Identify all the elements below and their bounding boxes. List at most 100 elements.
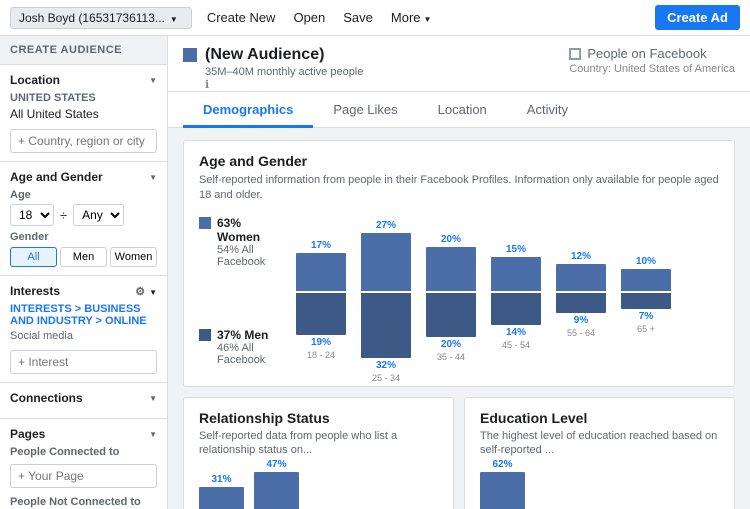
women-bars-row: 17%27%20%15%12%10% xyxy=(291,216,719,291)
age-to-select[interactable]: Any xyxy=(73,204,124,226)
women-bar-col-0: 17% xyxy=(291,216,351,291)
edu-bar-1: 62% xyxy=(480,459,525,509)
people-on-fb-country: Country: United States of America xyxy=(569,63,735,75)
men-bar-col-4: 9% 55 - 64 xyxy=(551,293,611,338)
age-range-label-2: 35 - 44 xyxy=(437,352,465,362)
women-pct-label-5: 10% xyxy=(636,256,656,267)
men-pct-label-1: 32% xyxy=(376,360,396,371)
rel-pct-1: 31% xyxy=(211,474,231,485)
interests-section-header[interactable]: Interests xyxy=(10,284,157,298)
women-sub: 54% All Facebook xyxy=(217,244,279,268)
age-gender-chart-section: Age and Gender Self-reported information… xyxy=(183,140,735,387)
age-from-select[interactable]: 18 xyxy=(10,204,54,226)
education-bars: 62% xyxy=(480,467,719,509)
men-bar-4 xyxy=(556,293,606,313)
rel-bar-1: 31% xyxy=(199,474,244,509)
men-dot-icon xyxy=(199,329,211,341)
age-range-label-0: 18 - 24 xyxy=(307,350,335,360)
age-range-label-3: 45 - 54 xyxy=(502,340,530,350)
men-bar-col-5: 7%65 + xyxy=(616,293,676,334)
women-dot-icon xyxy=(199,217,211,229)
women-bar-col-5: 10% xyxy=(616,216,676,291)
women-bar-0 xyxy=(296,253,346,291)
people-on-fb-dot xyxy=(569,48,581,60)
women-bar-col-3: 15% xyxy=(486,216,546,291)
education-title: Education Level xyxy=(480,410,719,426)
audience-title-block: (New Audience) 35M–40M monthly active pe… xyxy=(183,46,363,91)
location-input[interactable] xyxy=(10,129,157,153)
women-bar-3 xyxy=(491,257,541,291)
tab-demographics[interactable]: Demographics xyxy=(183,92,313,128)
more-button[interactable]: More xyxy=(391,10,432,25)
account-selector[interactable]: Josh Boyd (16531736113... xyxy=(10,7,192,29)
gender-men-button[interactable]: Men xyxy=(60,247,107,267)
age-gender-title: Age and Gender xyxy=(199,153,719,169)
chart-legend: 63% Women 54% All Facebook 37% Men 46% A… xyxy=(199,216,279,374)
save-button[interactable]: Save xyxy=(343,10,373,25)
age-gender-subtitle: Self-reported information from people in… xyxy=(199,173,719,204)
gender-all-button[interactable]: All xyxy=(10,247,57,267)
connections-section: Connections xyxy=(0,383,167,419)
audience-name: (New Audience) xyxy=(205,46,363,64)
pages-section: Pages People Connected to People Not Con… xyxy=(0,419,167,509)
age-gender-chevron-icon xyxy=(149,172,157,183)
people-on-fb: People on Facebook Country: United State… xyxy=(569,46,735,75)
gear-icon xyxy=(135,284,145,298)
connections-section-header[interactable]: Connections xyxy=(10,391,157,405)
age-gender-section-header[interactable]: Age and Gender xyxy=(10,170,157,184)
men-bar-0 xyxy=(296,293,346,335)
men-pct-label-3: 14% xyxy=(506,327,526,338)
connections-chevron-icon xyxy=(149,393,157,404)
audience-header: (New Audience) 35M–40M monthly active pe… xyxy=(168,36,750,92)
tabs: Demographics Page Likes Location Activit… xyxy=(168,92,750,128)
create-new-button[interactable]: Create New xyxy=(207,10,276,25)
open-button[interactable]: Open xyxy=(293,10,325,25)
men-bar-col-0: 19% 18 - 24 xyxy=(291,293,351,360)
relationship-status-card: Relationship Status Self-reported data f… xyxy=(183,397,454,509)
location-section-header[interactable]: Location xyxy=(10,73,157,87)
women-pct-label-4: 12% xyxy=(571,251,591,262)
men-pct-label-4: 9% xyxy=(574,315,588,326)
sidebar-header: CREATE AUDIENCE xyxy=(0,36,167,65)
pages-chevron-icon xyxy=(149,429,157,440)
bottom-charts: Relationship Status Self-reported data f… xyxy=(183,397,735,509)
gender-women-button[interactable]: Women xyxy=(110,247,157,267)
age-gender-section: Age and Gender Age 18 ÷ Any Gender All M… xyxy=(0,162,167,276)
tab-location[interactable]: Location xyxy=(418,92,507,128)
more-chevron-icon xyxy=(424,10,432,25)
main-content: (New Audience) 35M–40M monthly active pe… xyxy=(168,36,750,509)
edu-pct-1: 62% xyxy=(492,459,512,470)
men-bar-col-1: 32% 25 - 34 xyxy=(356,293,416,383)
pages-section-header[interactable]: Pages xyxy=(10,427,157,441)
tab-activity[interactable]: Activity xyxy=(507,92,588,128)
women-bar-5 xyxy=(621,269,671,291)
create-ad-button[interactable]: Create Ad xyxy=(655,5,740,30)
location-section: Location UNITED STATES All United States xyxy=(0,65,167,162)
interests-chevron-icon xyxy=(149,284,157,298)
account-chevron-icon xyxy=(170,11,178,25)
men-pct-label-0: 19% xyxy=(311,337,331,348)
connected-page-input[interactable] xyxy=(10,464,157,488)
nav-actions: Create New Open Save More xyxy=(207,10,655,25)
account-name: Josh Boyd (16531736113... xyxy=(19,11,165,25)
age-gender-chart-container: 63% Women 54% All Facebook 37% Men 46% A… xyxy=(199,216,719,374)
women-pct-label-2: 20% xyxy=(441,234,461,245)
women-bar-col-2: 20% xyxy=(421,216,481,291)
women-bar-col-4: 12% xyxy=(551,216,611,291)
age-range-label-1: 25 - 34 xyxy=(372,373,400,383)
men-pct: 37% Men xyxy=(217,328,279,342)
tab-page-likes[interactable]: Page Likes xyxy=(313,92,417,128)
location-chevron-icon xyxy=(149,75,157,86)
interests-input[interactable] xyxy=(10,350,157,374)
age-range-label-4: 55 - 64 xyxy=(567,328,595,338)
men-legend: 37% Men 46% All Facebook xyxy=(199,328,279,366)
men-bar-col-3: 14% 45 - 54 xyxy=(486,293,546,350)
education-subtitle: The highest level of education reached b… xyxy=(480,429,719,458)
women-bar-1 xyxy=(361,233,411,291)
education-level-card: Education Level The highest level of edu… xyxy=(464,397,735,509)
info-icon: ℹ xyxy=(205,78,363,91)
gender-buttons: All Men Women xyxy=(10,247,157,267)
women-pct-label-0: 17% xyxy=(311,240,331,251)
relationship-subtitle: Self-reported data from people who list … xyxy=(199,429,438,458)
audience-info: (New Audience) 35M–40M monthly active pe… xyxy=(205,46,363,91)
